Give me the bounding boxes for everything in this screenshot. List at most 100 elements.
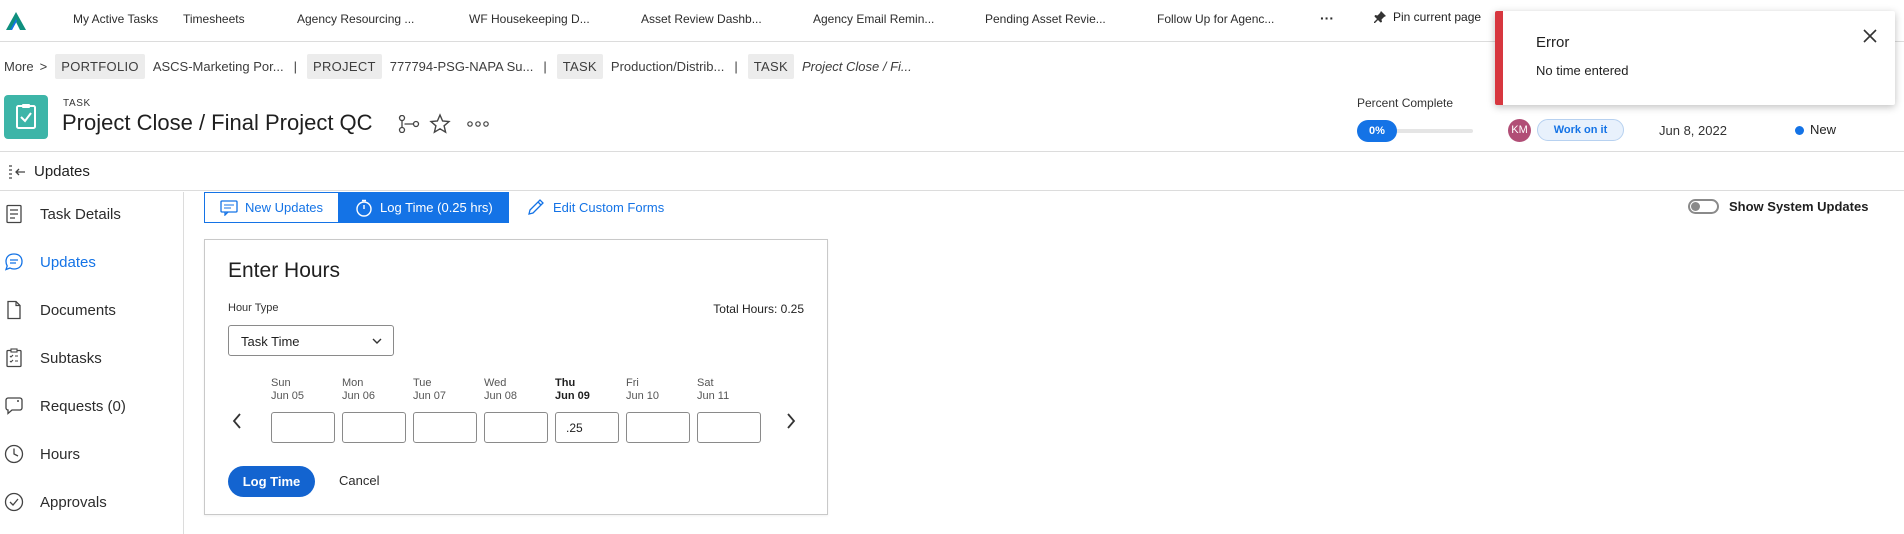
- collapse-panel-icon[interactable]: [8, 164, 26, 180]
- more-options-icon[interactable]: [467, 120, 489, 128]
- log-time-button[interactable]: Log Time: [228, 466, 315, 497]
- tab-new-updates[interactable]: New Updates: [204, 192, 340, 223]
- top-nav-asset-review-dashboard[interactable]: Asset Review Dashb...: [641, 12, 762, 26]
- nav-item-label: Documents: [40, 301, 116, 319]
- nav-item-label: Subtasks: [40, 349, 102, 367]
- top-nav-wf-housekeeping[interactable]: WF Housekeeping D...: [469, 12, 590, 26]
- nav-item-updates[interactable]: Updates: [0, 244, 184, 280]
- show-system-updates-toggle[interactable]: [1688, 199, 1719, 214]
- breadcrumb-separator: |: [293, 58, 297, 74]
- comment-icon: [220, 199, 238, 216]
- top-nav-follow-up-agency[interactable]: Follow Up for Agenc...: [1157, 12, 1274, 26]
- enter-hours-card: Enter Hours Hour Type Total Hours: 0.25 …: [204, 239, 828, 515]
- pencil-icon: [528, 199, 544, 215]
- next-week-icon[interactable]: [785, 411, 797, 431]
- day-header-mon: Mon Jun 06: [342, 377, 376, 402]
- percent-complete-label: Percent Complete: [1357, 96, 1454, 110]
- top-nav-agency-resourcing[interactable]: Agency Resourcing ...: [297, 12, 414, 26]
- breadcrumb: More > PORTFOLIO ASCS-Marketing Por... |…: [0, 52, 922, 80]
- panel-header: Updates: [0, 151, 1904, 191]
- show-system-updates-label: Show System Updates: [1729, 199, 1869, 214]
- nav-item-subtasks[interactable]: Subtasks: [0, 340, 184, 376]
- nav-item-label: Hours: [40, 445, 81, 463]
- breadcrumb-task-tag: TASK: [556, 53, 603, 79]
- nav-item-hours[interactable]: Hours: [0, 436, 184, 472]
- breadcrumb-project-link[interactable]: 777794-PSG-NAPA Su...: [390, 59, 534, 74]
- hours-input-fri[interactable]: [626, 412, 690, 443]
- pin-icon: [1374, 11, 1386, 23]
- breadcrumb-portfolio-tag: PORTFOLIO: [55, 53, 145, 79]
- top-nav-pending-asset-review[interactable]: Pending Asset Revie...: [985, 12, 1106, 26]
- top-nav-agency-email-reminder[interactable]: Agency Email Remin...: [813, 12, 934, 26]
- favorite-star-icon[interactable]: [429, 113, 451, 135]
- day-header-sun: Sun Jun 05: [271, 377, 305, 402]
- breadcrumb-portfolio-link[interactable]: ASCS-Marketing Por...: [153, 59, 284, 74]
- toast-message: No time entered: [1536, 63, 1629, 78]
- edit-custom-forms-label: Edit Custom Forms: [553, 199, 665, 215]
- nav-item-approvals[interactable]: Approvals: [0, 484, 184, 520]
- task-clipboard-icon: [4, 95, 48, 139]
- update-tabs: New Updates Log Time (0.25 hrs): [204, 192, 509, 223]
- tab-label: New Updates: [245, 200, 324, 215]
- condition-dot: [1795, 126, 1804, 135]
- nav-item-label: Requests (0): [40, 397, 126, 415]
- nav-item-label: Updates: [40, 253, 96, 271]
- breadcrumb-more[interactable]: More: [4, 59, 34, 74]
- card-title: Enter Hours: [228, 259, 341, 282]
- document-lines-icon: [6, 204, 22, 224]
- breadcrumb-project-tag: PROJECT: [306, 53, 382, 79]
- nav-item-label: Task Details: [40, 205, 121, 223]
- breadcrumb-parent-task-link[interactable]: Production/Distrib...: [611, 59, 724, 74]
- pin-current-page-label: Pin current page: [1393, 10, 1482, 24]
- hours-input-tue[interactable]: [413, 412, 477, 443]
- hours-input-mon[interactable]: [342, 412, 406, 443]
- toast-title: Error: [1536, 34, 1570, 51]
- previous-week-icon[interactable]: [231, 411, 243, 431]
- tab-log-time[interactable]: Log Time (0.25 hrs): [339, 192, 509, 223]
- total-hours: Total Hours: 0.25: [713, 302, 804, 316]
- chevron-down-icon: [372, 338, 382, 344]
- clock-icon: [4, 444, 24, 464]
- nav-item-documents[interactable]: Documents: [0, 292, 184, 328]
- request-bubble-icon: [5, 397, 23, 415]
- chat-bubble-icon: [4, 253, 23, 271]
- nav-item-label: Approvals: [40, 493, 107, 511]
- condition-label[interactable]: New: [1810, 122, 1836, 137]
- day-header-wed: Wed Jun 08: [484, 377, 518, 402]
- hierarchy-icon[interactable]: [398, 115, 420, 133]
- document-icon: [7, 300, 21, 320]
- cancel-button[interactable]: Cancel: [339, 473, 379, 488]
- object-type-label: TASK: [63, 98, 91, 109]
- edit-custom-forms-button[interactable]: Edit Custom Forms: [526, 197, 664, 217]
- panel-title: Updates: [34, 163, 90, 180]
- percent-complete-value[interactable]: 0%: [1357, 120, 1397, 142]
- more-menu-icon[interactable]: ···: [1320, 10, 1334, 26]
- hours-input-thu[interactable]: [555, 412, 619, 443]
- due-date[interactable]: Jun 8, 2022: [1659, 123, 1727, 138]
- page-title[interactable]: Project Close / Final Project QC: [62, 110, 373, 136]
- hours-input-wed[interactable]: [484, 412, 548, 443]
- breadcrumb-separator: |: [734, 58, 738, 74]
- top-nav-my-active-tasks[interactable]: My Active Tasks: [73, 12, 158, 26]
- breadcrumb-task-tag: TASK: [747, 53, 794, 79]
- breadcrumb-current-task: Project Close / Fi...: [801, 58, 912, 74]
- checklist-icon: [6, 348, 22, 368]
- close-icon[interactable]: [1863, 29, 1877, 43]
- day-header-tue: Tue Jun 07: [413, 377, 447, 402]
- status-badge[interactable]: Work on it: [1537, 119, 1624, 141]
- checkmark-circle-icon: [4, 492, 24, 512]
- top-nav-timesheets[interactable]: Timesheets: [183, 12, 245, 26]
- workfront-logo-icon[interactable]: [4, 10, 28, 32]
- nav-item-task-details[interactable]: Task Details: [0, 196, 184, 232]
- assignee-avatar[interactable]: KM: [1508, 119, 1531, 142]
- hours-input-sat[interactable]: [697, 412, 761, 443]
- hours-input-sun[interactable]: [271, 412, 335, 443]
- toggle-knob: [1691, 202, 1700, 211]
- error-toast: Error No time entered: [1495, 11, 1895, 105]
- left-navigation: Task Details Updates Documents Subtasks …: [0, 192, 184, 534]
- pin-current-page-button[interactable]: Pin current page: [1373, 10, 1481, 24]
- nav-item-requests[interactable]: Requests (0): [0, 388, 184, 424]
- hour-type-select[interactable]: Task Time: [228, 325, 394, 356]
- day-header-sat: Sat Jun 11: [697, 377, 730, 402]
- breadcrumb-separator: |: [543, 58, 547, 74]
